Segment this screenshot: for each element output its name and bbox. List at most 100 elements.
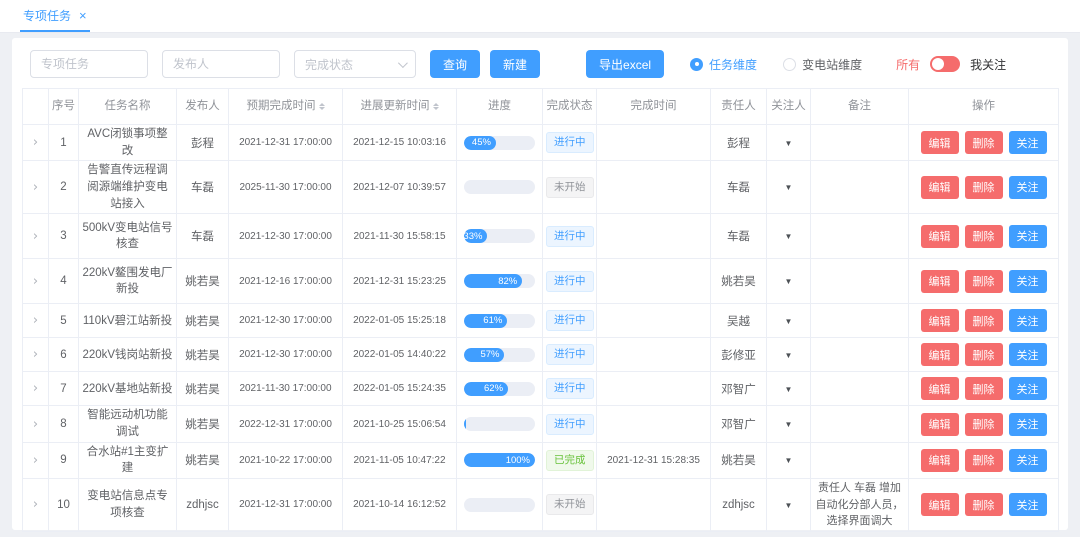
- radio-substation-dimension[interactable]: 变电站维度: [783, 56, 862, 73]
- cell-seq: 1: [49, 125, 79, 161]
- delete-button[interactable]: 删除: [965, 449, 1003, 472]
- expand-row-icon[interactable]: ›: [33, 274, 38, 289]
- cell-seq: 8: [49, 406, 79, 442]
- column-header-owner: 责任人: [711, 89, 767, 125]
- follow-button[interactable]: 关注: [1009, 343, 1047, 366]
- expand-row-icon[interactable]: ›: [33, 313, 38, 328]
- delete-button[interactable]: 删除: [965, 343, 1003, 366]
- progress-label: 62%: [484, 383, 508, 394]
- follow-toggle[interactable]: [930, 56, 960, 72]
- radio-task-dimension[interactable]: 任务维度: [690, 56, 757, 73]
- delete-button[interactable]: 删除: [965, 493, 1003, 516]
- edit-button[interactable]: 编辑: [921, 449, 959, 472]
- cell-due-time: 2021-11-30 17:00:00: [229, 372, 343, 406]
- delete-button[interactable]: 删除: [965, 225, 1003, 248]
- sort-icons[interactable]: [433, 100, 439, 114]
- column-header-due-time[interactable]: 预期完成时间: [229, 89, 343, 125]
- progress-fill: 82%: [464, 274, 522, 288]
- task-name-input[interactable]: [30, 50, 148, 78]
- watcher-dropdown-icon[interactable]: ▼: [785, 317, 793, 326]
- watcher-dropdown-icon[interactable]: ▼: [785, 385, 793, 394]
- expand-row-icon[interactable]: ›: [33, 180, 38, 195]
- cell-seq: 10: [49, 479, 79, 532]
- follow-button[interactable]: 关注: [1009, 270, 1047, 293]
- cell-owner: 邓智广: [711, 406, 767, 442]
- follow-button[interactable]: 关注: [1009, 449, 1047, 472]
- follow-button[interactable]: 关注: [1009, 176, 1047, 199]
- watcher-dropdown-icon[interactable]: ▼: [785, 232, 793, 241]
- watcher-dropdown-icon[interactable]: ▼: [785, 277, 793, 286]
- follow-button[interactable]: 关注: [1009, 377, 1047, 400]
- follow-button[interactable]: 关注: [1009, 131, 1047, 154]
- column-header-update-time[interactable]: 进展更新时间: [343, 89, 457, 125]
- edit-button[interactable]: 编辑: [921, 377, 959, 400]
- edit-button[interactable]: 编辑: [921, 413, 959, 436]
- edit-button[interactable]: 编辑: [921, 493, 959, 516]
- edit-button[interactable]: 编辑: [921, 270, 959, 293]
- create-button[interactable]: 新建: [490, 50, 540, 78]
- expand-row-icon[interactable]: ›: [33, 453, 38, 468]
- delete-button[interactable]: 删除: [965, 270, 1003, 293]
- cell-remark: [811, 214, 909, 259]
- publisher-input[interactable]: [162, 50, 280, 78]
- export-excel-button[interactable]: 导出excel: [586, 50, 664, 78]
- watcher-dropdown-icon[interactable]: ▼: [785, 351, 793, 360]
- watcher-dropdown-icon[interactable]: ▼: [785, 420, 793, 429]
- cell-expand: ›: [23, 479, 49, 532]
- cell-task-name: 合水站#1主变扩建: [79, 442, 177, 478]
- expand-row-icon[interactable]: ›: [33, 135, 38, 150]
- edit-button[interactable]: 编辑: [921, 131, 959, 154]
- sort-icons[interactable]: [319, 100, 325, 114]
- cell-status: 进行中: [543, 214, 597, 259]
- edit-button[interactable]: 编辑: [921, 225, 959, 248]
- follow-button[interactable]: 关注: [1009, 493, 1047, 516]
- delete-button[interactable]: 删除: [965, 309, 1003, 332]
- watcher-dropdown-icon[interactable]: ▼: [785, 456, 793, 465]
- cell-watcher: ▼: [767, 442, 811, 478]
- status-select[interactable]: 完成状态: [294, 50, 416, 78]
- watcher-dropdown-icon[interactable]: ▼: [785, 501, 793, 510]
- cell-update-time: 2021-12-31 15:23:25: [343, 259, 457, 304]
- edit-button[interactable]: 编辑: [921, 309, 959, 332]
- column-header-task-name: 任务名称: [79, 89, 177, 125]
- cell-task-name: 500kV变电站信号核查: [79, 214, 177, 259]
- cell-progress: [457, 479, 543, 532]
- status-badge: 进行中: [546, 414, 594, 435]
- watcher-dropdown-icon[interactable]: ▼: [785, 139, 793, 148]
- cell-task-name: AVC闭锁事项整改: [79, 125, 177, 161]
- cell-finish-time: [597, 125, 711, 161]
- expand-row-icon[interactable]: ›: [33, 347, 38, 362]
- table-row: ›2告警直传远程调阅源端维护变电站接入车磊2025-11-30 17:00:00…: [23, 161, 1059, 214]
- cell-update-time: 2021-10-25 15:06:54: [343, 406, 457, 442]
- tab-close-icon[interactable]: ×: [79, 9, 87, 22]
- expand-row-icon[interactable]: ›: [33, 497, 38, 512]
- follow-button[interactable]: 关注: [1009, 225, 1047, 248]
- task-table: 序号 任务名称 发布人 预期完成时间 进展更新时间 进度 完成状态: [22, 88, 1059, 532]
- cell-finish-time: [597, 161, 711, 214]
- table-row: ›1AVC闭锁事项整改彭程2021-12-31 17:00:002021-12-…: [23, 125, 1059, 161]
- cell-watcher: ▼: [767, 259, 811, 304]
- cell-update-time: 2022-01-05 15:25:18: [343, 304, 457, 338]
- query-button[interactable]: 查询: [430, 50, 480, 78]
- cell-due-time: 2021-12-30 17:00:00: [229, 338, 343, 372]
- expand-row-icon[interactable]: ›: [33, 381, 38, 396]
- cell-update-time: 2021-12-07 10:39:57: [343, 161, 457, 214]
- cell-expand: ›: [23, 259, 49, 304]
- delete-button[interactable]: 删除: [965, 413, 1003, 436]
- delete-button[interactable]: 删除: [965, 176, 1003, 199]
- edit-button[interactable]: 编辑: [921, 176, 959, 199]
- column-header-finish-time: 完成时间: [597, 89, 711, 125]
- progress-fill: 45%: [464, 136, 496, 150]
- follow-button[interactable]: 关注: [1009, 413, 1047, 436]
- delete-button[interactable]: 删除: [965, 131, 1003, 154]
- edit-button[interactable]: 编辑: [921, 343, 959, 366]
- tab-special-tasks[interactable]: 专项任务 ×: [20, 0, 90, 32]
- cell-status: 进行中: [543, 259, 597, 304]
- watcher-dropdown-icon[interactable]: ▼: [785, 183, 793, 192]
- expand-row-icon[interactable]: ›: [33, 417, 38, 432]
- all-label: 所有: [896, 56, 920, 73]
- follow-button[interactable]: 关注: [1009, 309, 1047, 332]
- delete-button[interactable]: 删除: [965, 377, 1003, 400]
- expand-row-icon[interactable]: ›: [33, 229, 38, 244]
- filter-bar: 完成状态 查询 新建 导出excel 任务维度 变电站维度 所有 我关注: [30, 50, 1050, 78]
